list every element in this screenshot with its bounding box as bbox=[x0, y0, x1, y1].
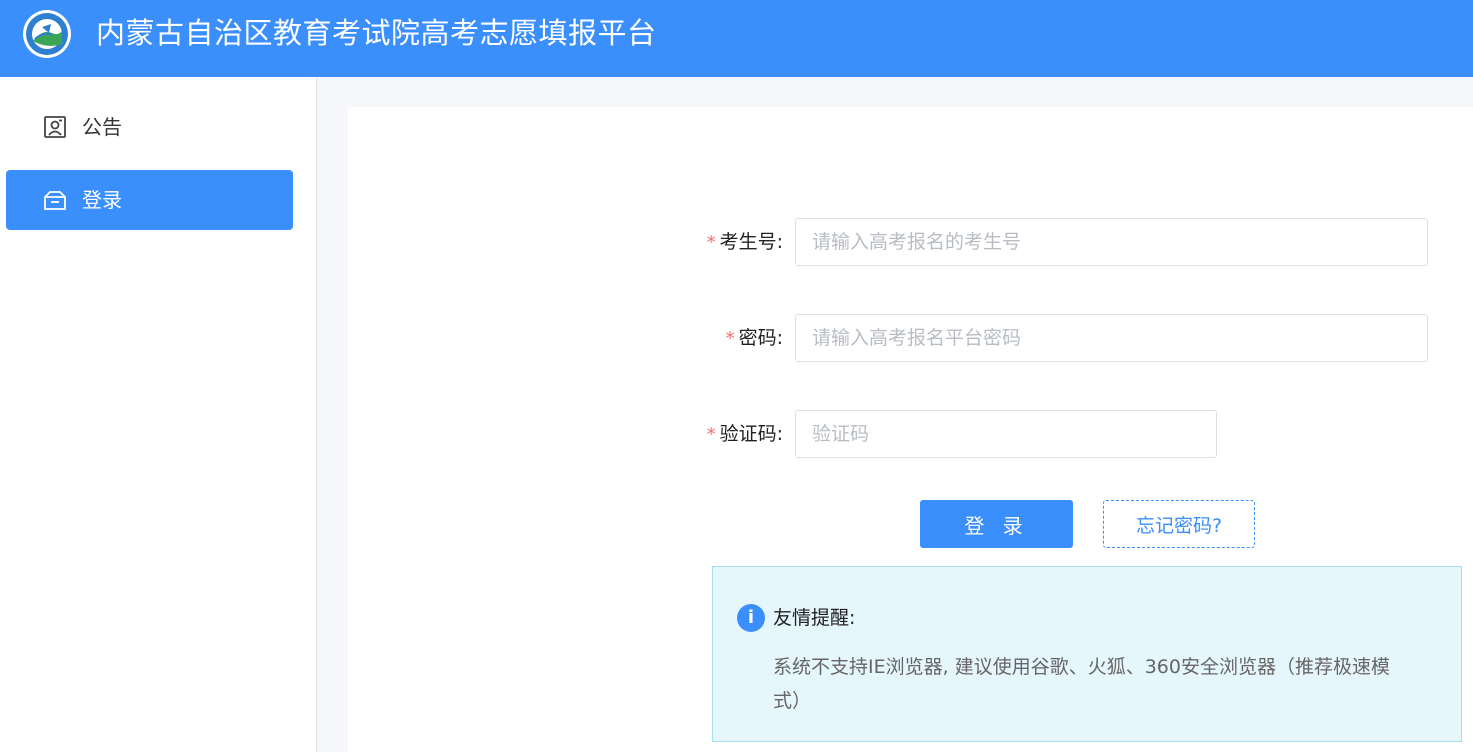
exam-id-input[interactable] bbox=[795, 218, 1428, 266]
sidebar: 公告 登录 bbox=[0, 77, 317, 752]
notice-box: i 友情提醒: 系统不支持IE浏览器, 建议使用谷歌、火狐、360安全浏览器（推… bbox=[712, 566, 1462, 742]
login-icon bbox=[44, 191, 66, 210]
sidebar-item-label: 公告 bbox=[82, 115, 122, 139]
notice-title: 友情提醒: bbox=[773, 607, 856, 629]
notice-text: 系统不支持IE浏览器, 建议使用谷歌、火狐、360安全浏览器（推荐极速模式） bbox=[773, 656, 1390, 712]
page-title: 内蒙古自治区教育考试院高考志愿填报平台 bbox=[96, 16, 657, 50]
form-row-exam-id: * 考生号: bbox=[348, 218, 1473, 266]
password-input[interactable] bbox=[795, 314, 1428, 362]
captcha-label-text: 验证码: bbox=[719, 423, 783, 445]
exam-id-label: * 考生号: bbox=[707, 228, 783, 257]
password-label: * 密码: bbox=[726, 324, 783, 353]
forgot-password-button[interactable]: 忘记密码? bbox=[1103, 500, 1255, 548]
info-icon: i bbox=[737, 604, 765, 632]
sidebar-item-label: 登录 bbox=[82, 188, 122, 212]
form-row-captcha: * 验证码: bbox=[348, 410, 1473, 458]
required-mark: * bbox=[725, 328, 735, 349]
sidebar-item-login[interactable]: 登录 bbox=[6, 170, 293, 230]
required-mark: * bbox=[706, 232, 716, 253]
exam-id-label-text: 考生号: bbox=[719, 231, 783, 253]
required-mark: * bbox=[706, 424, 716, 445]
captcha-input[interactable] bbox=[795, 410, 1217, 458]
form-row-password: * 密码: bbox=[348, 314, 1473, 362]
login-panel: *考生号: *密码: *验证码: 登 录 忘记密码? i 友情提醒: 系统不支持… bbox=[348, 107, 1473, 752]
sidebar-item-announcement[interactable]: 公告 bbox=[6, 97, 293, 157]
password-label-text: 密码: bbox=[738, 327, 783, 349]
top-header: 内蒙古自治区教育考试院高考志愿填报平台 bbox=[0, 0, 1473, 77]
exam-institute-logo bbox=[23, 10, 71, 58]
login-button[interactable]: 登 录 bbox=[920, 500, 1073, 548]
captcha-label: * 验证码: bbox=[707, 420, 783, 449]
announcement-icon bbox=[44, 116, 66, 138]
